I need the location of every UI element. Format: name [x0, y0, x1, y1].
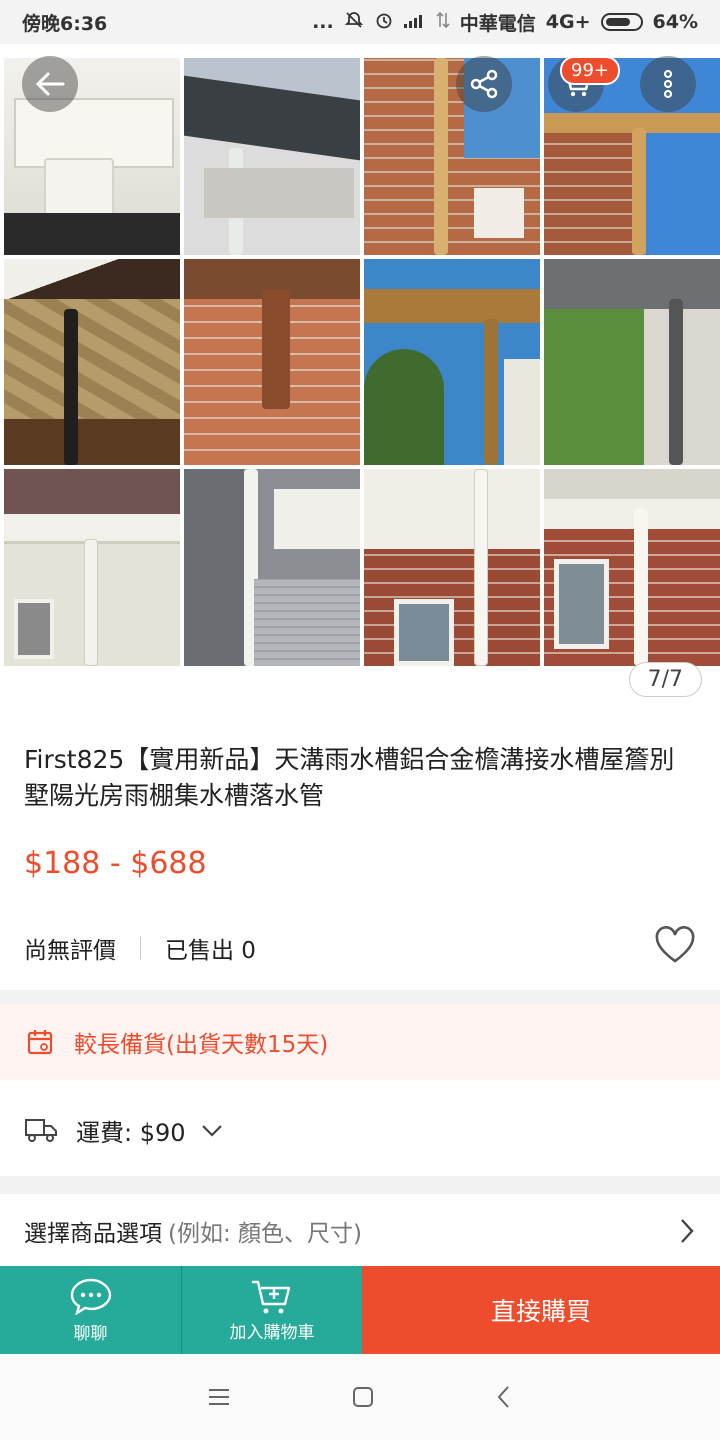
section-divider — [0, 990, 720, 1004]
product-title: First825【實用新品】天溝雨水槽鋁合金檐溝接水槽屋簷別墅陽光房雨棚集水槽落… — [24, 745, 675, 810]
share-icon — [470, 69, 498, 99]
truck-icon — [25, 1119, 57, 1142]
gallery-image[interactable] — [364, 469, 540, 666]
sold-count: 已售出 0 — [165, 938, 256, 964]
gallery-image[interactable] — [184, 259, 360, 465]
notification-dots: ... — [312, 11, 334, 33]
action-bar: 聊聊 加入購物車 直接購買 — [0, 1266, 720, 1354]
back-button[interactable] — [22, 56, 78, 112]
product-price: $188 - $688 — [24, 846, 207, 881]
system-nav-bar — [0, 1354, 720, 1440]
more-button[interactable] — [640, 56, 696, 112]
add-to-cart-button[interactable]: 加入購物車 — [181, 1266, 362, 1354]
options-label: 選擇商品選項 — [24, 1221, 162, 1247]
preorder-notice: 較長備貨(出貨天數15天) — [0, 1004, 720, 1080]
add-cart-icon — [252, 1280, 291, 1313]
chevron-down-icon — [201, 1125, 222, 1137]
battery-icon — [600, 13, 643, 31]
image-counter: 7/7 — [628, 662, 702, 697]
chevron-right-icon — [681, 1219, 694, 1243]
like-button[interactable] — [654, 926, 696, 970]
calendar-icon — [27, 1030, 53, 1055]
rating-row: 尚無評價 已售出 0 — [24, 926, 696, 970]
add-to-cart-label: 加入購物車 — [229, 1322, 315, 1343]
gallery-image[interactable] — [4, 469, 180, 666]
cart-count-badge: 99+ — [560, 56, 620, 85]
chat-label: 聊聊 — [73, 1323, 108, 1344]
gallery-image[interactable] — [544, 259, 720, 465]
data-arrows-icon — [436, 11, 450, 34]
preorder-text: 較長備貨(出貨天數15天) — [74, 1032, 329, 1058]
options-hint: (例如: 顏色、尺寸) — [168, 1221, 363, 1247]
status-time: 傍晚6:36 — [22, 12, 108, 35]
share-button[interactable] — [456, 56, 512, 112]
battery-level: 64% — [652, 11, 698, 33]
rating-text[interactable]: 尚無評價 — [24, 931, 116, 965]
gallery-image[interactable] — [184, 58, 360, 255]
section-divider — [0, 1176, 720, 1194]
chat-button[interactable]: 聊聊 — [0, 1266, 181, 1354]
chat-icon — [70, 1278, 111, 1315]
back-arrow-icon — [35, 72, 65, 96]
divider — [140, 937, 141, 959]
mute-icon — [344, 10, 364, 35]
gallery-image[interactable] — [364, 58, 540, 255]
heart-icon — [655, 926, 695, 963]
gallery-image[interactable] — [364, 259, 540, 465]
shipping-fee: 運費: $90 — [76, 1118, 186, 1147]
status-bar: 傍晚6:36 ... 中華電信 4G+ 64% — [0, 0, 720, 44]
gallery-image[interactable] — [544, 469, 720, 666]
menu-icon[interactable] — [207, 1387, 231, 1407]
shipping-row[interactable]: 運費: $90 — [0, 1090, 720, 1170]
more-icon — [663, 69, 673, 99]
product-image-gallery[interactable] — [0, 44, 720, 666]
select-options-row[interactable]: 選擇商品選項 (例如: 顏色、尺寸) — [0, 1196, 720, 1266]
alarm-icon — [374, 10, 394, 35]
buy-now-label: 直接購買 — [490, 1297, 591, 1326]
signal-icon — [403, 11, 426, 33]
gallery-image[interactable] — [184, 469, 360, 666]
network-type: 4G+ — [545, 11, 591, 33]
back-nav-icon[interactable] — [495, 1385, 513, 1409]
home-icon[interactable] — [351, 1385, 375, 1409]
carrier-name: 中華電信 — [459, 12, 536, 35]
buy-now-button[interactable]: 直接購買 — [362, 1266, 720, 1354]
gallery-image[interactable] — [4, 259, 180, 465]
